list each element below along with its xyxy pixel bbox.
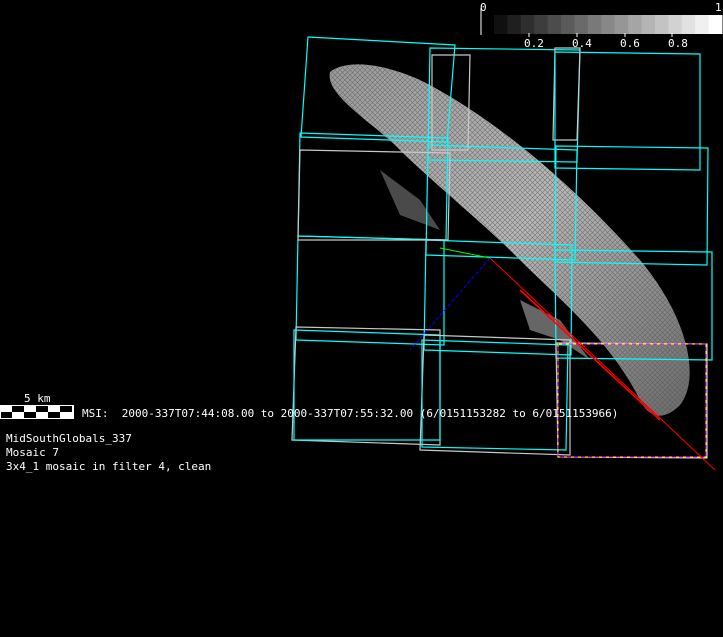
colorbar-swatch — [641, 15, 656, 34]
mosaic-canvas — [0, 8, 723, 471]
colorbar-swatch — [520, 15, 535, 34]
colorbar-swatch — [547, 15, 562, 34]
colorbar-swatch — [534, 15, 549, 34]
colorbar — [480, 8, 723, 37]
colorbar-swatch — [695, 15, 710, 34]
time-range-text: MSI: 2000-337T07:44:08.00 to 2000-337T07… — [82, 407, 619, 420]
mosaic-set-name: MidSouthGlobals_337 — [6, 432, 132, 445]
colorbar-swatch — [601, 15, 616, 34]
colorbar-tick-label: 0.6 — [620, 37, 640, 50]
colorbar-swatch — [587, 15, 602, 34]
colorbar-tick-label: 0.2 — [524, 37, 544, 50]
image-footprint — [552, 47, 581, 141]
colorbar-swatch — [494, 15, 508, 34]
colorbar-swatch — [708, 15, 723, 34]
colorbar-swatch — [628, 15, 643, 34]
scale-bar-label: 5 km — [24, 392, 51, 405]
colorbar-tick-label: 0.4 — [572, 37, 592, 50]
colorbar-max-label: 1 — [715, 1, 722, 14]
colorbar-tick-label: 0.8 — [668, 37, 688, 50]
colorbar-swatch — [668, 15, 683, 34]
colorbar-swatch — [614, 15, 629, 34]
mosaic-description: 3x4_1 mosaic in filter 4, clean — [6, 460, 212, 473]
colorbar-swatch — [681, 15, 696, 34]
image-footprint — [293, 329, 441, 441]
colorbar-swatch — [574, 15, 589, 34]
colorbar-swatch — [561, 15, 575, 34]
image-footprint — [421, 339, 569, 451]
colorbar-swatch — [654, 15, 669, 34]
colorbar-swatch — [507, 15, 522, 34]
colorbar-min-label: 0 — [480, 1, 487, 14]
mosaic-number: Mosaic 7 — [6, 446, 59, 459]
mosaic-viewer: 0 1 0.2 0.4 0.6 0.8 5 km MSI: 2000-337T0… — [0, 0, 723, 637]
scale-bar — [0, 405, 74, 419]
